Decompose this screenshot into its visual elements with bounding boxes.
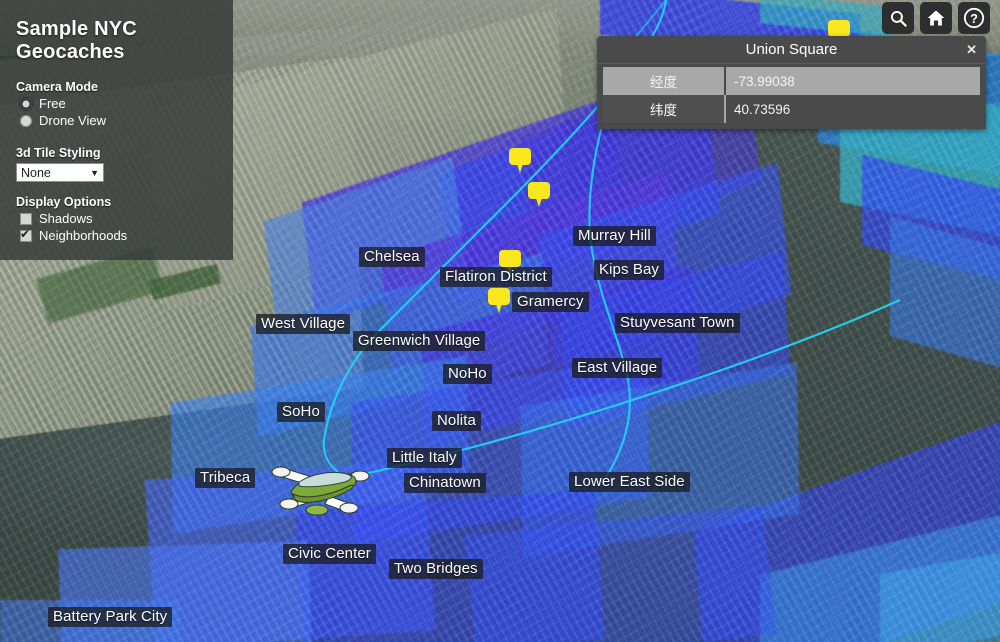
radio-option-drone-view[interactable]: Drone View [20, 113, 219, 128]
radio-drone-view-label: Drone View [39, 113, 106, 128]
neighborhood-label: Greenwich Village [353, 331, 486, 351]
coordinate-value: 40.73596 [725, 95, 980, 123]
neighborhood-label: Murray Hill [573, 226, 656, 246]
neighborhood-label: Battery Park City [48, 607, 173, 627]
neighborhood-label: NoHo [443, 364, 492, 384]
checkbox-shadows-icon[interactable] [20, 212, 32, 225]
neighborhood-label: Chinatown [404, 473, 486, 493]
question-icon: ? [963, 7, 985, 29]
neighborhood-label: Flatiron District [440, 267, 552, 287]
neighborhood-label: Nolita [432, 411, 481, 431]
coordinate-value: -73.99038 [725, 67, 980, 95]
radio-free-icon[interactable] [20, 97, 32, 110]
drone-model[interactable] [265, 448, 377, 520]
neighborhood-label: Little Italy [387, 448, 462, 468]
home-button[interactable] [920, 2, 952, 34]
display-options-heading: Display Options [16, 195, 112, 209]
tile-styling-selected-value: None [21, 165, 51, 180]
coordinates-table: 经度 -73.99038 纬度 40.73596 [603, 67, 980, 123]
neighborhood-label: Kips Bay [594, 260, 664, 280]
coordinate-key: 纬度 [603, 95, 726, 123]
svg-text:?: ? [970, 11, 978, 26]
geocache-pin-2[interactable] [528, 182, 550, 207]
info-popup-body: 经度 -73.99038 纬度 40.73596 [597, 64, 986, 129]
info-popup[interactable]: Union Square ✕ 经度 -73.99038 纬度 40.73596 [597, 36, 986, 129]
radio-option-free[interactable]: Free [20, 96, 219, 111]
geocache-pin-1[interactable] [509, 148, 531, 173]
control-panel[interactable]: Sample NYC Geocaches Camera Mode Free Dr… [0, 0, 233, 260]
neighborhood-label: SoHo [277, 402, 325, 422]
neighborhood-label: Gramercy [512, 292, 589, 312]
geocache-pin-4[interactable] [488, 288, 510, 313]
table-row: 经度 -73.99038 [603, 67, 980, 95]
neighborhood-label: Stuyvesant Town [615, 313, 740, 333]
checkbox-neighborhoods-label: Neighborhoods [39, 228, 128, 243]
checkbox-neighborhoods-icon[interactable] [20, 227, 32, 242]
info-popup-header: Union Square ✕ [597, 36, 986, 64]
neighborhood-label: Chelsea [359, 247, 425, 267]
neighborhood-label: East Village [572, 358, 663, 378]
tile-styling-heading: 3d Tile Styling [16, 146, 101, 160]
close-icon[interactable]: ✕ [966, 42, 977, 58]
checkbox-shadows-label: Shadows [39, 211, 93, 226]
search-button[interactable] [882, 2, 914, 34]
camera-mode-heading: Camera Mode [16, 80, 98, 94]
neighborhood-label: West Village [256, 314, 351, 334]
coordinate-key: 经度 [603, 67, 726, 95]
checkbox-option-neighborhoods[interactable]: Neighborhoods [20, 227, 219, 243]
tile-styling-select[interactable]: None ▼ [16, 163, 104, 182]
help-button[interactable]: ? [958, 2, 990, 34]
radio-drone-view-icon[interactable] [20, 114, 32, 127]
checkbox-option-shadows[interactable]: Shadows [20, 211, 219, 226]
neighborhood-label: Tribeca [195, 468, 256, 488]
viewer-toolbar[interactable]: ? [882, 2, 990, 34]
neighborhood-label: Civic Center [283, 544, 376, 564]
home-icon [927, 10, 945, 26]
neighborhood-label: Two Bridges [389, 559, 483, 579]
search-icon [890, 10, 907, 27]
cesium-viewer[interactable]: Chelsea Murray Hill Kips Bay Flatiron Distr… [0, 0, 1000, 642]
radio-free-label: Free [39, 96, 66, 111]
neighborhood-label: Lower East Side [569, 472, 690, 492]
info-popup-title: Union Square [745, 41, 838, 58]
page-title: Sample NYC Geocaches [16, 18, 137, 63]
chevron-down-icon: ▼ [90, 167, 99, 178]
table-row: 纬度 40.73596 [603, 95, 980, 123]
